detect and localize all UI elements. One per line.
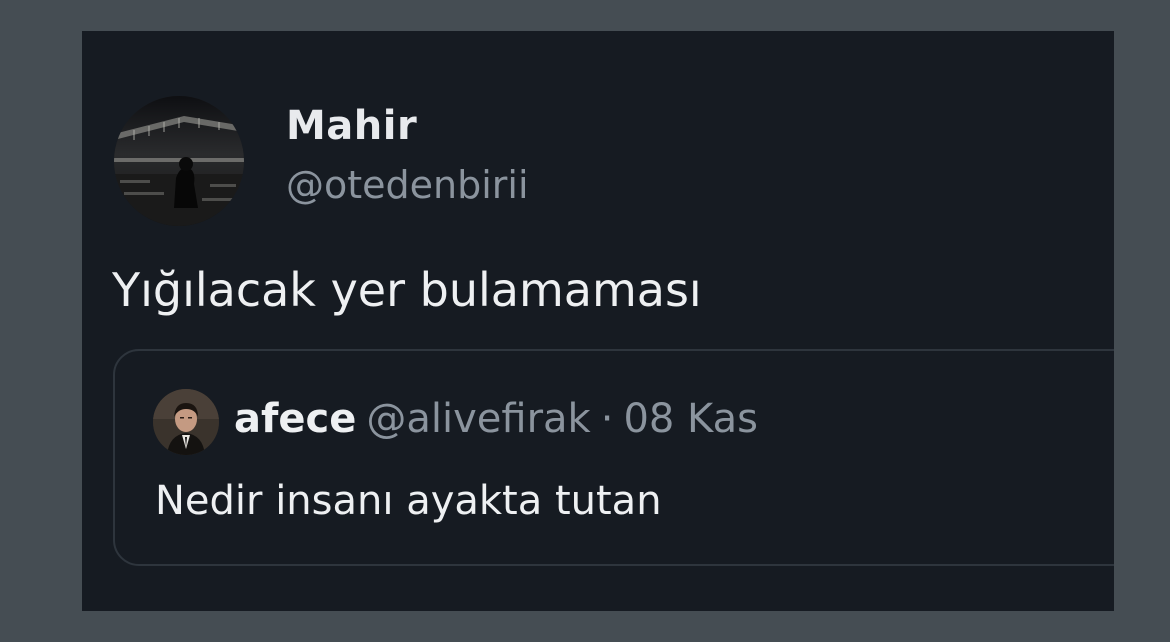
quoted-author-avatar[interactable] bbox=[153, 389, 219, 455]
author-avatar[interactable] bbox=[114, 96, 244, 226]
author-display-name[interactable]: Mahir bbox=[286, 103, 417, 149]
author-handle[interactable]: @otedenbirii bbox=[286, 163, 529, 207]
author-avatar-image bbox=[114, 96, 244, 226]
quoted-author-avatar-image bbox=[153, 389, 219, 455]
quoted-author-display-name[interactable]: afece bbox=[234, 396, 356, 442]
screenshot-frame: Mahir @otedenbirii Yığılacak yer bulamam… bbox=[0, 0, 1170, 642]
quoted-tweet-card[interactable]: afece @alivefirak · 08 Kas Nedir insanı aya… bbox=[113, 349, 1114, 566]
header-separator: · bbox=[600, 396, 614, 442]
quoted-tweet-header: afece @alivefirak · 08 Kas bbox=[234, 395, 758, 443]
quoted-tweet-text: Nedir insanı ayakta tutan bbox=[155, 478, 662, 524]
tweet-card[interactable]: Mahir @otedenbirii Yığılacak yer bulamam… bbox=[82, 31, 1114, 611]
quoted-tweet-date[interactable]: 08 Kas bbox=[623, 396, 758, 442]
tweet-text: Yığılacak yer bulamaması bbox=[112, 263, 702, 317]
quoted-author-handle[interactable]: @alivefirak bbox=[366, 396, 590, 442]
